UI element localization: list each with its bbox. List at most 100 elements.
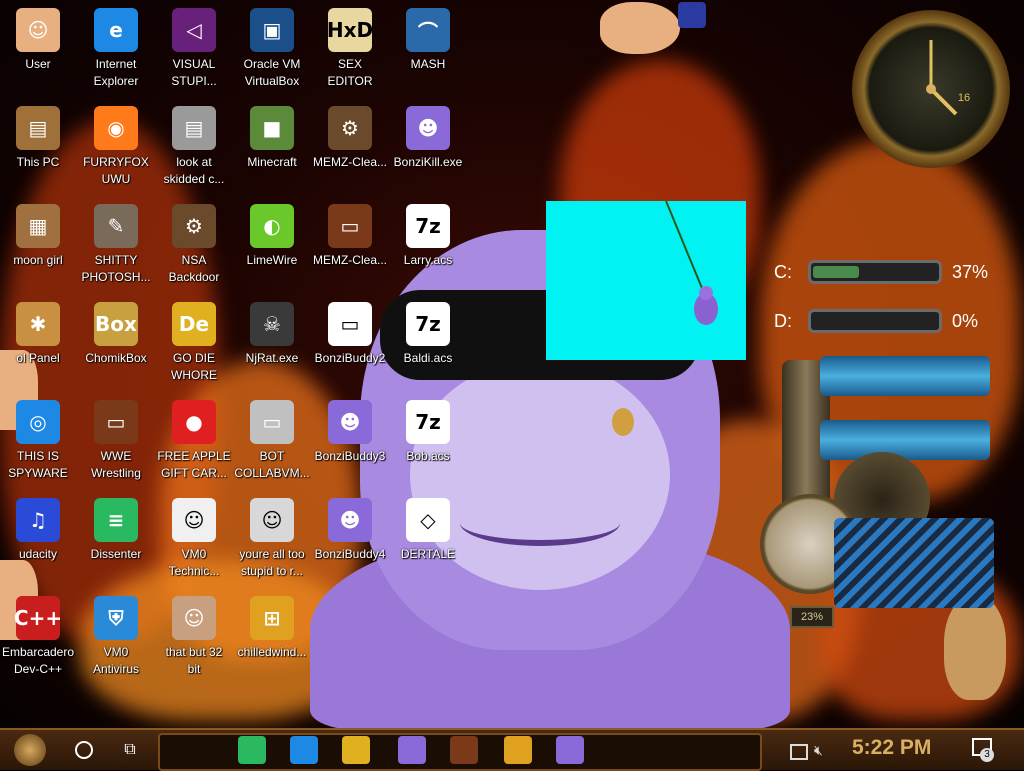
disk-usage-fill bbox=[813, 266, 859, 278]
desktop-icon[interactable]: ◐ LimeWire bbox=[234, 198, 310, 290]
desktop-icon-label: NSA Backdoor bbox=[168, 253, 220, 284]
desktop-icon[interactable]: ■ Minecraft bbox=[234, 100, 310, 192]
desktop-icon[interactable]: ◉ FURRYFOX UWU bbox=[78, 100, 154, 192]
desktop-icon-label: BonziBuddy4 bbox=[314, 547, 386, 561]
desktop-icon[interactable]: ▭ BonziBuddy2 bbox=[312, 296, 388, 388]
task-view-icon: ⧉ bbox=[124, 741, 136, 758]
disk-row: D: 0% bbox=[756, 305, 996, 339]
desktop-icon[interactable]: 7z Bob.acs bbox=[390, 394, 466, 486]
windows-flag-icon: ⊞ bbox=[250, 596, 294, 640]
bonzi-task-icon[interactable] bbox=[398, 736, 426, 764]
desktop-icon-label: Larry.acs bbox=[403, 253, 453, 267]
volume-muted-icon[interactable]: 🔇︎ bbox=[814, 742, 823, 759]
desktop-icon[interactable]: ✱ ol Panel bbox=[0, 296, 76, 388]
desktop-icon-label: This PC bbox=[16, 155, 60, 169]
desktop-icon[interactable]: ☺ VM0 Technic... bbox=[156, 492, 232, 584]
desktop-icon[interactable]: 7z Baldi.acs bbox=[390, 296, 466, 388]
disk-usage-bar bbox=[808, 309, 942, 333]
desktop-icon[interactable]: ☺ youre all too stupid to r... bbox=[234, 492, 310, 584]
files-icon: ▤ bbox=[172, 106, 216, 150]
disk-percent: 37% bbox=[952, 262, 989, 282]
desktop-icon[interactable]: ◎ THIS IS SPYWARE bbox=[0, 394, 76, 486]
steampunk-window-task-icon[interactable] bbox=[450, 736, 478, 764]
desktop-icon[interactable]: ☻ BonziKill.exe bbox=[390, 100, 466, 192]
bonzi-task-icon-2[interactable] bbox=[556, 736, 584, 764]
desktop-icon[interactable]: ⚙ NSA Backdoor bbox=[156, 198, 232, 290]
desktop-icon-label: that but 32 bit bbox=[165, 645, 223, 676]
clock-date: 16 bbox=[957, 92, 971, 104]
taskbar: ⧉ 🔇︎ 5:22 PM 3 bbox=[0, 728, 1024, 771]
steampunk-clock-widget[interactable]: 16 bbox=[852, 10, 1010, 168]
desktop-icon[interactable]: ▦ moon girl bbox=[0, 198, 76, 290]
desktop-icon[interactable]: De GO DIE WHORE bbox=[156, 296, 232, 388]
desktop-icon[interactable]: ◇ DERTALE bbox=[390, 492, 466, 584]
desktop-icon-label: ol Panel bbox=[16, 351, 60, 365]
dissenter-task-icon[interactable] bbox=[238, 736, 266, 764]
desktop-icon[interactable]: ⊞ chilledwind... bbox=[234, 590, 310, 682]
desktop-icon[interactable]: ☺ User bbox=[0, 2, 76, 94]
desktop-icon-label: SEX EDITOR bbox=[327, 57, 373, 88]
desktop-icon[interactable]: ◁ VISUAL STUPI... bbox=[156, 2, 232, 94]
7zip-icon: 7z bbox=[406, 302, 450, 346]
desktop-icon[interactable]: ♫ udacity bbox=[0, 492, 76, 584]
desktop-icon[interactable]: C++ Embarcadero Dev-C++ bbox=[0, 590, 76, 682]
desktop-icon-label: MEMZ-Clea... bbox=[312, 253, 387, 267]
hank-face-sticker-top bbox=[600, 2, 680, 54]
network-icon[interactable] bbox=[790, 744, 808, 760]
desktop-icon[interactable]: ☠ NjRat.exe bbox=[234, 296, 310, 388]
desktop-icon[interactable]: ▭ BOT COLLABVM... bbox=[234, 394, 310, 486]
desktop-icon[interactable]: ▤ look at skidded c... bbox=[156, 100, 232, 192]
7zip-icon: 7z bbox=[406, 204, 450, 248]
portrait-icon: ☺ bbox=[250, 498, 294, 542]
desktop-icon-label: GO DIE WHORE bbox=[171, 351, 217, 382]
desktop-icon-label: BonziBuddy3 bbox=[314, 449, 386, 463]
monitor-icon: ▭ bbox=[250, 400, 294, 444]
audacity-icon: ♫ bbox=[16, 498, 60, 542]
desktop-icon-label: Baldi.acs bbox=[403, 351, 453, 365]
desktop-icon[interactable]: ⌒ MASH bbox=[390, 2, 466, 94]
notification-badge: 3 bbox=[980, 748, 994, 762]
file-explorer-task-icon[interactable] bbox=[342, 736, 370, 764]
desktop-icon[interactable]: ☻ BonziBuddy4 bbox=[312, 492, 388, 584]
cyan-window[interactable] bbox=[546, 200, 746, 360]
firefox-icon: ◉ bbox=[94, 106, 138, 150]
skull-icon: ☠ bbox=[250, 302, 294, 346]
desktop-icon-label: Minecraft bbox=[247, 155, 297, 169]
desktop-icon[interactable]: ≡ Dissenter bbox=[78, 492, 154, 584]
disk-letter: C: bbox=[774, 262, 792, 282]
start-button[interactable] bbox=[10, 734, 50, 766]
desktop-icon[interactable]: ⛨ VM0 Antivirus bbox=[78, 590, 154, 682]
desktop-icon[interactable]: 7z Larry.acs bbox=[390, 198, 466, 290]
desktop-icon[interactable]: ☻ BonziBuddy3 bbox=[312, 394, 388, 486]
desktop-icon[interactable]: ☺ that but 32 bit bbox=[156, 590, 232, 682]
desktop-icon-label: BonziBuddy2 bbox=[314, 351, 386, 365]
search-button[interactable] bbox=[68, 734, 100, 766]
bonzi-icon: ☻ bbox=[406, 106, 450, 150]
desktop-icon[interactable]: ● FREE APPLE GIFT CAR... bbox=[156, 394, 232, 486]
desktop-icon-label: Dissenter bbox=[90, 547, 142, 561]
chrome-icon: ◎ bbox=[16, 400, 60, 444]
disk-usage-bar bbox=[808, 260, 942, 284]
clock-time[interactable]: 5:22 PM bbox=[852, 736, 931, 760]
folder-icon: ▦ bbox=[16, 204, 60, 248]
windows-flag-task-icon[interactable] bbox=[504, 736, 532, 764]
desktop-icon-label: chilledwind... bbox=[237, 645, 307, 659]
desktop-icon[interactable]: ▣ Oracle VM VirtualBox bbox=[234, 2, 310, 94]
edge-browser-icon: e bbox=[94, 8, 138, 52]
desktop-icon-label: look at skidded c... bbox=[163, 155, 225, 186]
mash-icon: ⌒ bbox=[406, 8, 450, 52]
hex-editor-icon: HxD bbox=[327, 8, 373, 52]
desktop-icon[interactable]: ▭ MEMZ-Clea... bbox=[312, 198, 388, 290]
desktop-icon[interactable]: ✎ SHITTY PHOTOSH... bbox=[78, 198, 154, 290]
task-view-button[interactable]: ⧉ bbox=[114, 734, 146, 766]
desktop-icon[interactable]: ▭ WWE Wrestling bbox=[78, 394, 154, 486]
chrome-task-icon[interactable] bbox=[290, 736, 318, 764]
desktop-icon[interactable]: Box ChomikBox bbox=[78, 296, 154, 388]
notification-center-button[interactable]: 3 bbox=[972, 738, 994, 762]
desktop-icon-label: ChomikBox bbox=[85, 351, 147, 365]
desktop-icon[interactable]: ▤ This PC bbox=[0, 100, 76, 192]
desktop-icon-label: MEMZ-Clea... bbox=[312, 155, 387, 169]
desktop-icon[interactable]: e Internet Explorer bbox=[78, 2, 154, 94]
desktop-icon[interactable]: HxD SEX EDITOR bbox=[312, 2, 388, 94]
desktop-icon[interactable]: ⚙ MEMZ-Clea... bbox=[312, 100, 388, 192]
